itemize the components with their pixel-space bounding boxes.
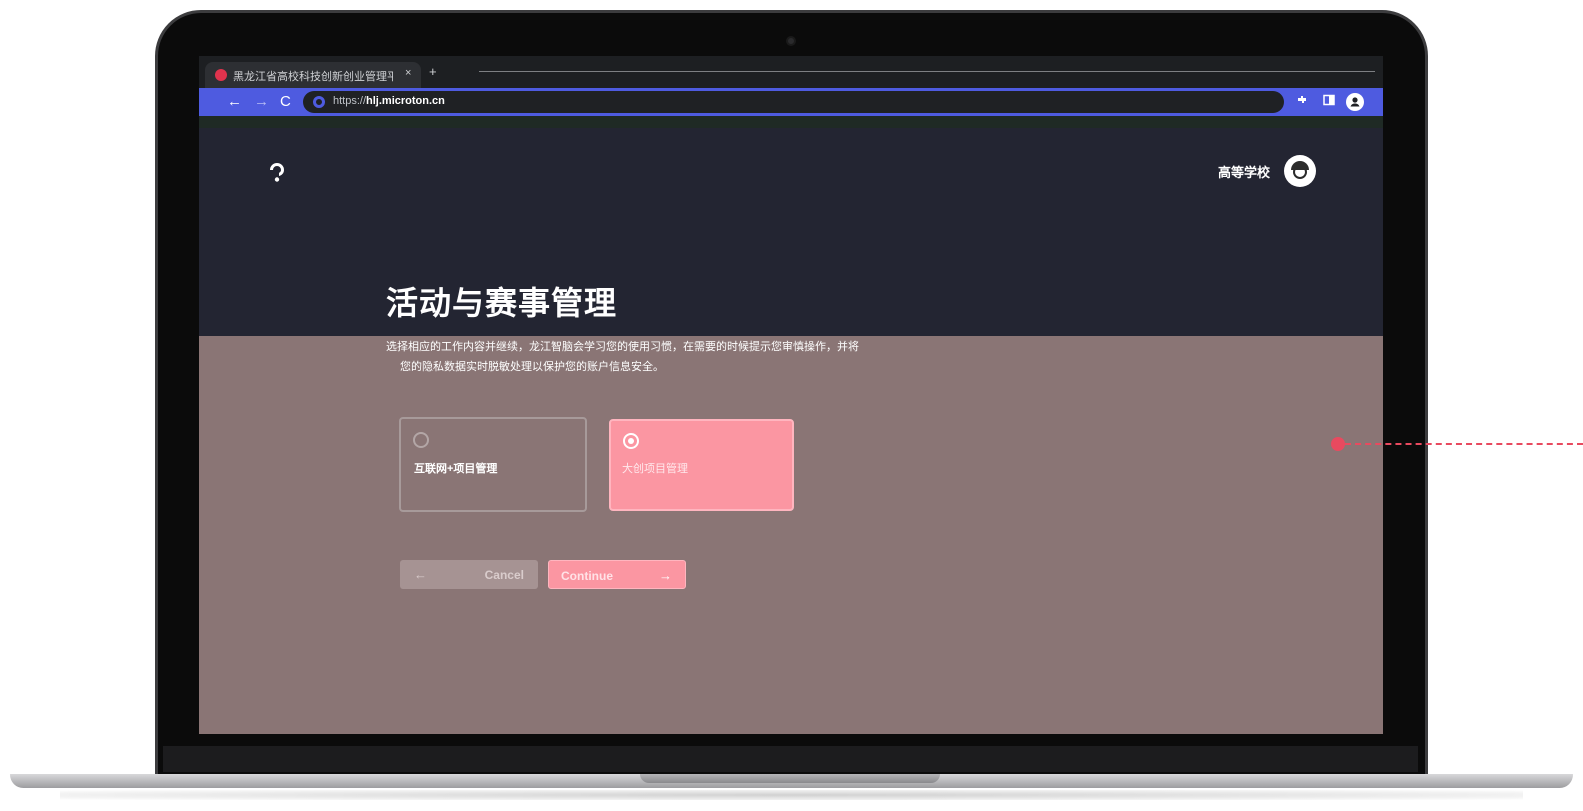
continue-label: Continue — [561, 569, 613, 583]
tabstrip-divider — [479, 71, 1375, 72]
cancel-button[interactable]: ← Cancel — [400, 560, 538, 589]
option-card-internet-plus[interactable]: 互联网+项目管理 — [399, 417, 587, 512]
url-text: https://hlj.microton.cn — [333, 95, 445, 107]
page-header: 高等学校 — [199, 128, 1383, 336]
toolbar-bottom-strip — [199, 116, 1383, 128]
side-panel-icon[interactable] — [1320, 93, 1338, 111]
browser-tab[interactable]: 黑龙江省高校科技创新创业管理平台 × — [205, 62, 421, 88]
laptop-base-notch — [640, 774, 940, 783]
description-line-2: 您的隐私数据实时脱敏处理以保护您的账户信息安全。 — [400, 361, 664, 373]
camera — [786, 36, 796, 46]
cancel-label: Cancel — [484, 568, 524, 582]
browser-toolbar: ← → C https://hlj.microton.cn — [199, 88, 1383, 116]
site-info-icon[interactable] — [313, 96, 325, 108]
option-card-dachuang[interactable]: 大创项目管理 — [609, 419, 794, 511]
back-icon[interactable]: ← — [227, 93, 242, 111]
forward-icon[interactable]: → — [254, 93, 269, 111]
continue-button[interactable]: Continue → — [548, 560, 686, 589]
radio-unselected-icon[interactable] — [413, 432, 429, 448]
callout-dashed-line — [1345, 443, 1583, 445]
radio-selected-icon[interactable] — [623, 433, 639, 449]
brand-logo-icon[interactable] — [267, 161, 287, 183]
avatar[interactable] — [1284, 155, 1316, 187]
screen: 黑龙江省高校科技创新创业管理平台 × + ← → C https://hlj.m… — [199, 56, 1383, 734]
new-tab-icon[interactable]: + — [429, 64, 437, 79]
laptop-shadow — [60, 790, 1523, 800]
tab-favicon-icon — [215, 69, 227, 81]
avatar-hair-icon — [1291, 161, 1309, 170]
org-name: 高等学校 — [1218, 165, 1271, 180]
stage: 黑龙江省高校科技创新创业管理平台 × + ← → C https://hlj.m… — [0, 0, 1583, 811]
option-label: 大创项目管理 — [622, 463, 688, 475]
address-bar[interactable]: https://hlj.microton.cn — [303, 91, 1284, 113]
arrow-left-icon: ← — [414, 567, 427, 582]
profile-icon[interactable] — [1346, 93, 1364, 111]
reload-icon[interactable]: C — [280, 93, 291, 111]
page-title: 活动与赛事管理 — [386, 285, 618, 321]
arrow-right-icon: → — [659, 568, 672, 583]
page-description: 选择相应的工作内容并继续，龙江智脑会学习您的使用习惯，在需要的时候提示您审慎操作… — [386, 337, 906, 377]
laptop-bottom-bezel — [163, 746, 1418, 772]
option-label: 互联网+项目管理 — [414, 463, 498, 475]
extensions-icon[interactable] — [1293, 93, 1311, 111]
callout-dot — [1331, 437, 1345, 451]
description-line-1: 选择相应的工作内容并继续，龙江智脑会学习您的使用习惯，在需要的时候提示您审慎操作… — [386, 341, 859, 353]
tab-title: 黑龙江省高校科技创新创业管理平台 — [233, 71, 393, 83]
browser-tabstrip: 黑龙江省高校科技创新创业管理平台 × + — [199, 56, 1383, 88]
tab-close-icon[interactable]: × — [405, 67, 411, 79]
